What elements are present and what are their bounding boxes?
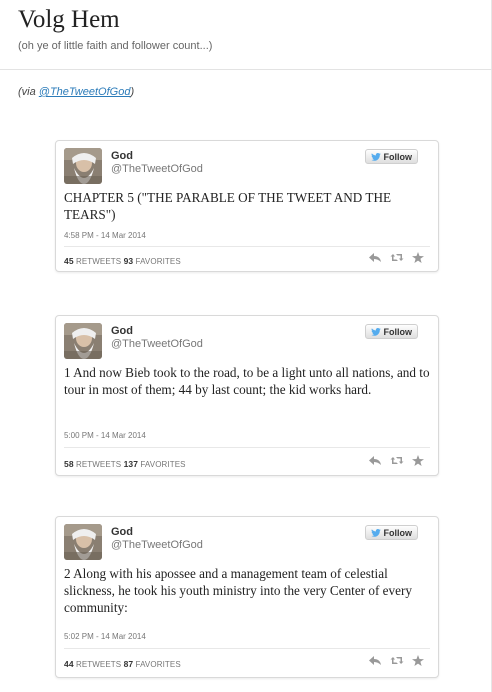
follow-label: Follow bbox=[383, 527, 413, 538]
avatar[interactable] bbox=[64, 524, 102, 560]
follow-label: Follow bbox=[383, 151, 413, 162]
via-prefix: (via bbox=[18, 86, 39, 98]
embedded-tweet: God @TheTweetOfGod Follow 2 Along with h… bbox=[55, 516, 439, 678]
retweet-count[interactable]: 44 bbox=[64, 659, 74, 669]
author-handle[interactable]: @TheTweetOfGod bbox=[111, 338, 203, 350]
embedded-tweet: God @TheTweetOfGod Follow 1 And now Bieb… bbox=[55, 315, 439, 476]
twitter-bird-icon bbox=[370, 528, 381, 537]
tweet-divider bbox=[64, 648, 430, 649]
twitter-bird-icon bbox=[370, 152, 381, 161]
via-credit: (via @TheTweetOfGod) bbox=[18, 86, 134, 98]
retweets-label: RETWEETS bbox=[75, 460, 122, 469]
tweet-timestamp[interactable]: 5:02 PM - 14 Mar 2014 bbox=[64, 632, 146, 641]
tweet-timestamp[interactable]: 5:00 PM - 14 Mar 2014 bbox=[64, 431, 146, 440]
author-name[interactable]: God bbox=[111, 526, 133, 538]
retweet-icon[interactable] bbox=[390, 252, 404, 263]
star-icon[interactable] bbox=[412, 655, 424, 666]
tweet-timestamp[interactable]: 4:58 PM - 14 Mar 2014 bbox=[64, 231, 146, 240]
tweet-actions bbox=[368, 655, 424, 666]
avatar[interactable] bbox=[64, 323, 102, 359]
favorite-count[interactable]: 93 bbox=[124, 256, 134, 266]
favorites-label: FAVORITES bbox=[135, 660, 181, 669]
blog-description: (oh ye of little faith and follower coun… bbox=[18, 40, 213, 52]
star-icon[interactable] bbox=[412, 252, 424, 263]
blog-title[interactable]: Volg Hem bbox=[18, 6, 120, 34]
via-suffix: ) bbox=[130, 86, 135, 98]
via-link[interactable]: @TheTweetOfGod bbox=[39, 86, 131, 98]
retweet-count[interactable]: 45 bbox=[64, 256, 74, 266]
favorite-count[interactable]: 87 bbox=[124, 659, 134, 669]
favorites-label: FAVORITES bbox=[140, 460, 186, 469]
tweet-divider bbox=[64, 246, 430, 247]
author-handle[interactable]: @TheTweetOfGod bbox=[111, 539, 203, 551]
blog-header: Volg Hem (oh ye of little faith and foll… bbox=[0, 0, 492, 70]
retweet-icon[interactable] bbox=[390, 655, 404, 666]
tweet-actions bbox=[368, 455, 424, 466]
follow-label: Follow bbox=[383, 326, 413, 337]
twitter-bird-icon bbox=[370, 327, 381, 336]
tweet-text: 1 And now Bieb took to the road, to be a… bbox=[64, 365, 430, 397]
star-icon[interactable] bbox=[412, 455, 424, 466]
author-name[interactable]: God bbox=[111, 150, 133, 162]
follow-button[interactable]: Follow bbox=[364, 525, 418, 540]
tweet-stats: 44 RETWEETS 87 FAVORITES bbox=[64, 659, 181, 669]
tweet-actions bbox=[368, 252, 424, 263]
reply-icon[interactable] bbox=[368, 455, 382, 466]
tweet-text: 2 Along with his apossee and a managemen… bbox=[64, 566, 412, 615]
tweet-divider bbox=[64, 447, 430, 448]
reply-icon[interactable] bbox=[368, 655, 382, 666]
author-handle[interactable]: @TheTweetOfGod bbox=[111, 163, 203, 175]
tweet-text: CHAPTER 5 ("THE PARABLE OF THE TWEET AND… bbox=[64, 190, 392, 222]
retweets-label: RETWEETS bbox=[75, 257, 122, 266]
follow-button[interactable]: Follow bbox=[364, 324, 418, 339]
reply-icon[interactable] bbox=[368, 252, 382, 263]
retweet-icon[interactable] bbox=[390, 455, 404, 466]
retweet-count[interactable]: 58 bbox=[64, 459, 74, 469]
tweet-stats: 45 RETWEETS 93 FAVORITES bbox=[64, 256, 181, 266]
favorite-count[interactable]: 137 bbox=[124, 459, 138, 469]
author-name[interactable]: God bbox=[111, 325, 133, 337]
favorites-label: FAVORITES bbox=[135, 257, 181, 266]
tweet-stats: 58 RETWEETS 137 FAVORITES bbox=[64, 459, 186, 469]
blog-page: Volg Hem (oh ye of little faith and foll… bbox=[0, 0, 492, 692]
embedded-tweet: God @TheTweetOfGod Follow CHAPTER 5 ("TH… bbox=[55, 140, 439, 272]
retweets-label: RETWEETS bbox=[75, 660, 122, 669]
avatar[interactable] bbox=[64, 148, 102, 184]
follow-button[interactable]: Follow bbox=[364, 149, 418, 164]
